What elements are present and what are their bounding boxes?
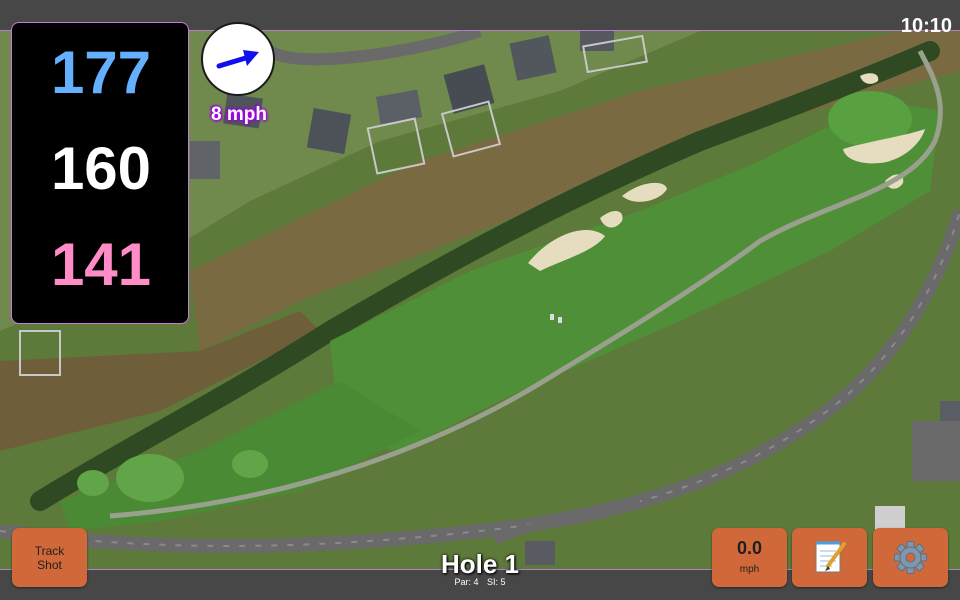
track-shot-line1: Track [34,544,65,558]
hole-info: Par: 4 SI: 5 [380,577,580,588]
track-shot-line2: Shot [37,558,62,572]
arrow-icon [216,50,259,69]
distance-to-middle: 160 [50,135,152,202]
notes-button[interactable] [792,528,867,587]
wind-speed-button[interactable]: 0.0 mph [712,528,787,587]
hole-title: Hole 1 [440,549,520,579]
hole-par: Par: 4 [454,577,479,587]
distance-to-front: 141 [50,231,152,298]
wind-speed-unit: mph [739,564,760,575]
track-shot-label: Track Shot [12,544,87,572]
wind-speed-value: 0.0 [736,538,763,558]
track-shot-button[interactable]: Track Shot [12,528,87,587]
gear-icon [894,541,927,574]
settings-button[interactable] [873,528,948,587]
notepad-icon [815,541,846,573]
distance-panel: 177 160 141 [11,22,189,324]
distance-to-back: 177 [50,39,152,106]
wind-speed-label: 8 mph [211,104,267,125]
clock: 10:10 [900,15,952,37]
hole-stroke-index: SI: 5 [487,577,506,587]
wind-direction-indicator [201,22,275,96]
